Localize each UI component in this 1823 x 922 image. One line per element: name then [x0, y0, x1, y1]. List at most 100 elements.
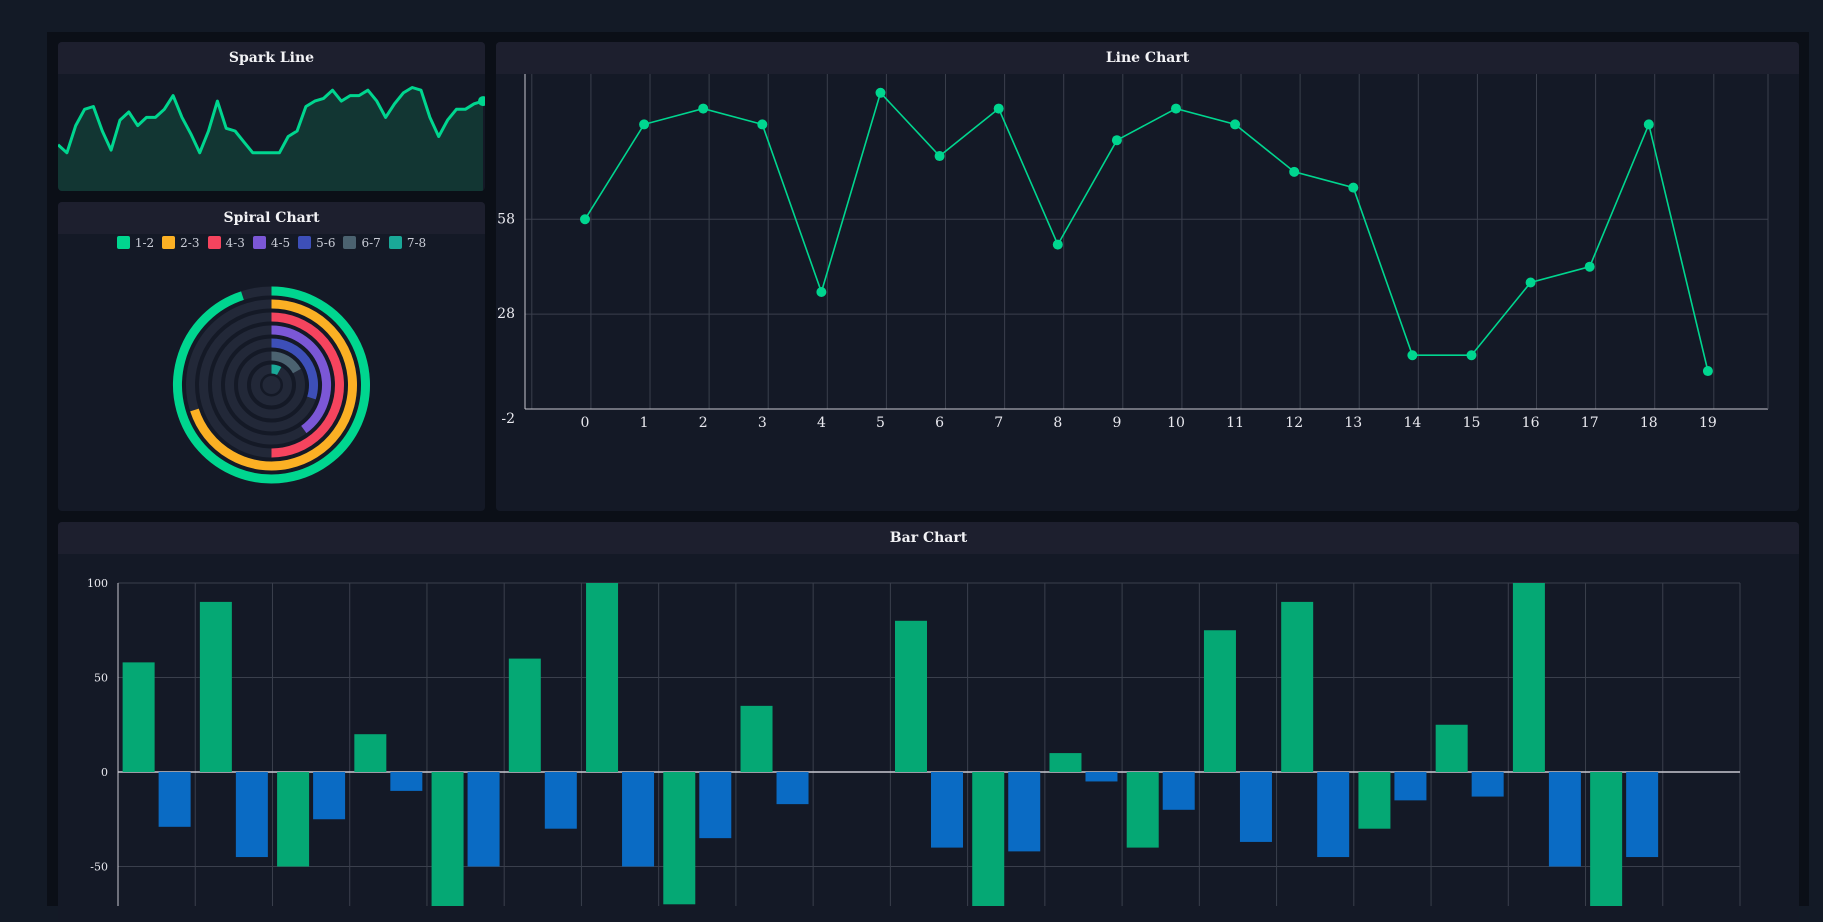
data-point	[1052, 239, 1063, 250]
x-tick-label: 16	[1522, 415, 1540, 431]
y-tick-label: -50	[90, 861, 108, 874]
x-tick-label: 0	[581, 415, 590, 431]
bar-series-1	[1512, 583, 1545, 772]
bar-series-2	[1239, 772, 1272, 842]
bar-series-1	[354, 734, 387, 772]
bar-series-2	[313, 772, 346, 820]
data-point	[1643, 119, 1654, 130]
bar-series-2	[544, 772, 577, 829]
x-tick-label: 3	[758, 415, 767, 431]
y-tick-label: 28	[497, 306, 515, 322]
x-tick-label: 9	[1112, 415, 1121, 431]
bar-series-1	[199, 601, 232, 772]
bar-series-2	[390, 772, 423, 791]
x-tick-label: 5	[876, 415, 885, 431]
x-tick-label: 14	[1403, 415, 1421, 431]
x-tick-label: 8	[1053, 415, 1062, 431]
line-chart-title: Line Chart	[496, 42, 1799, 74]
data-point	[1466, 350, 1477, 361]
spiral-core	[262, 376, 281, 394]
y-tick-label: 0	[101, 766, 108, 779]
bar-series-1	[1049, 753, 1082, 772]
spark-area	[58, 87, 483, 191]
y-tick-label: 100	[87, 577, 108, 590]
bar-series-1	[586, 583, 619, 772]
y-tick-label: -2	[501, 411, 515, 427]
bar-chart: 100 50 0 -50	[87, 577, 1741, 906]
bar-series-1	[663, 772, 696, 905]
x-tick-label: 18	[1640, 415, 1658, 431]
data-point	[1289, 166, 1300, 177]
bar-series-2	[699, 772, 732, 839]
spiral-chart	[173, 286, 370, 484]
bar-series-1	[277, 772, 310, 867]
data-point	[1525, 277, 1536, 288]
bar-series-1	[122, 662, 155, 772]
bar-series-2	[1471, 772, 1504, 797]
x-tick-label: 17	[1581, 415, 1599, 431]
data-point	[993, 103, 1004, 114]
x-tick-label: 12	[1285, 415, 1303, 431]
bar-series-2	[1548, 772, 1581, 867]
data-point	[1171, 103, 1181, 114]
spiral-chart-panel: Spiral Chart 1-2 2-3 4-3 4-5 5-6 6-7 7-8	[58, 202, 485, 511]
x-tick-label: 6	[935, 415, 944, 431]
data-point	[1407, 350, 1418, 361]
bar-series-2	[158, 772, 191, 827]
bar-series-1	[431, 772, 464, 906]
data-point	[1111, 135, 1122, 146]
data-point	[1230, 119, 1241, 130]
data-point	[639, 119, 650, 130]
bar-series-2	[622, 772, 655, 867]
spiral-arc-7-8	[271, 364, 282, 376]
data-point	[1702, 366, 1713, 377]
spark-line-chart	[58, 86, 485, 191]
data-point	[1348, 182, 1359, 193]
y-tick-label: 50	[94, 672, 108, 685]
bar-series-2	[1394, 772, 1427, 801]
bar-series-1	[1435, 724, 1468, 772]
x-tick-label: 2	[699, 415, 708, 431]
line-chart: 1095828-2012345678910111213141516171819	[497, 74, 1769, 431]
bar-series-2	[467, 772, 500, 867]
bar-series-1	[508, 658, 541, 772]
bar-series-1	[1126, 772, 1159, 848]
bar-series-1	[1358, 772, 1391, 829]
bar-series-1	[1590, 772, 1623, 906]
data-point	[816, 287, 827, 297]
bar-series-2	[1008, 772, 1041, 852]
x-tick-label: 15	[1463, 415, 1481, 431]
data-point	[757, 119, 768, 130]
spark-line-title: Spark Line	[58, 42, 485, 74]
x-tick-label: 19	[1699, 415, 1717, 431]
data-point	[1584, 261, 1595, 272]
bar-chart-panel: Bar Chart 100 50 0 -50	[58, 522, 1799, 922]
data-point	[875, 87, 886, 98]
data-point	[580, 214, 590, 225]
x-tick-label: 1	[640, 415, 649, 431]
bar-series-2	[1085, 772, 1118, 782]
x-tick-label: 4	[817, 415, 826, 431]
spiral-chart-title: Spiral Chart	[58, 202, 485, 234]
series-line	[584, 91, 1709, 372]
x-tick-label: 11	[1226, 415, 1244, 431]
bar-series-1	[1203, 630, 1236, 772]
bar-chart-title: Bar Chart	[58, 522, 1799, 554]
bar-series-1	[895, 620, 927, 772]
bar-series-1	[740, 705, 773, 772]
bar-series-2	[1317, 772, 1350, 858]
bar-series-2	[931, 772, 963, 848]
bar-series-1	[972, 772, 1005, 906]
data-point	[698, 103, 709, 114]
bar-series-2	[1162, 772, 1195, 810]
bar-series-2	[776, 772, 809, 805]
x-tick-label: 13	[1344, 415, 1362, 431]
data-point	[934, 151, 945, 162]
spark-line-panel: Spark Line	[58, 42, 485, 191]
line-chart-panel: Line Chart 1095828-201234567891011121314…	[496, 42, 1799, 511]
x-tick-label: 7	[994, 415, 1003, 431]
bar-series-1	[1281, 601, 1314, 772]
bar-series-2	[235, 772, 268, 858]
bar-series-2	[1626, 772, 1659, 858]
x-tick-label: 10	[1167, 415, 1185, 431]
